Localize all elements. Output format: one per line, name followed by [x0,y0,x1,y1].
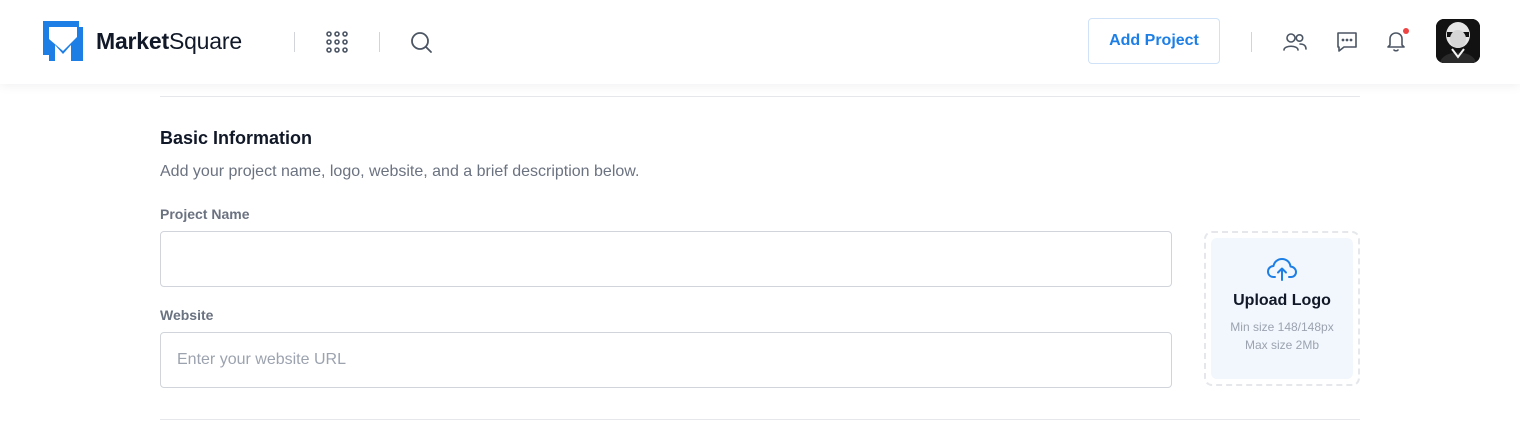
upload-min-size: Min size 148/148px [1230,320,1334,334]
upload-logo-panel: Upload Logo Min size 148/148px Max size … [1211,238,1353,379]
header-divider [379,32,380,52]
header-divider [1251,32,1252,52]
section-divider [160,419,1360,420]
upload-logo-hint: Min size 148/148px Max size 2Mb [1230,318,1333,354]
upload-max-size: Max size 2Mb [1244,338,1320,352]
project-name-input[interactable] [160,231,1172,287]
grid-dots-icon [326,31,348,53]
chat-icon [1337,32,1357,52]
brand-name: MarketSquare [96,27,242,54]
brand-logo[interactable]: MarketSquare [40,18,242,64]
team-button[interactable] [1281,28,1309,56]
users-icon [1283,33,1307,51]
top-navbar: MarketSquare Add Project [0,0,1520,84]
upload-logo-dropzone[interactable]: Upload Logo Min size 148/148px Max size … [1204,231,1360,386]
website-label: Website [160,307,214,323]
marketsquare-logo-icon [43,21,83,61]
cloud-upload-icon [1267,258,1297,281]
upload-logo-title: Upload Logo [1233,292,1331,309]
avatar-image [1436,19,1480,63]
notification-dot [1403,28,1409,34]
search-button[interactable] [407,28,435,56]
section-title: Basic Information [160,128,313,148]
section-description: Add your project name, logo, website, an… [160,163,640,180]
notifications-button[interactable] [1382,27,1410,55]
add-project-button[interactable]: Add Project [1088,18,1220,64]
user-avatar[interactable] [1436,19,1480,63]
section-divider [160,96,1360,97]
website-input[interactable] [160,332,1172,388]
messages-button[interactable] [1333,28,1361,56]
search-icon [411,32,432,53]
apps-grid-button[interactable] [323,28,351,56]
header-divider [294,32,295,52]
project-name-label: Project Name [160,206,250,222]
